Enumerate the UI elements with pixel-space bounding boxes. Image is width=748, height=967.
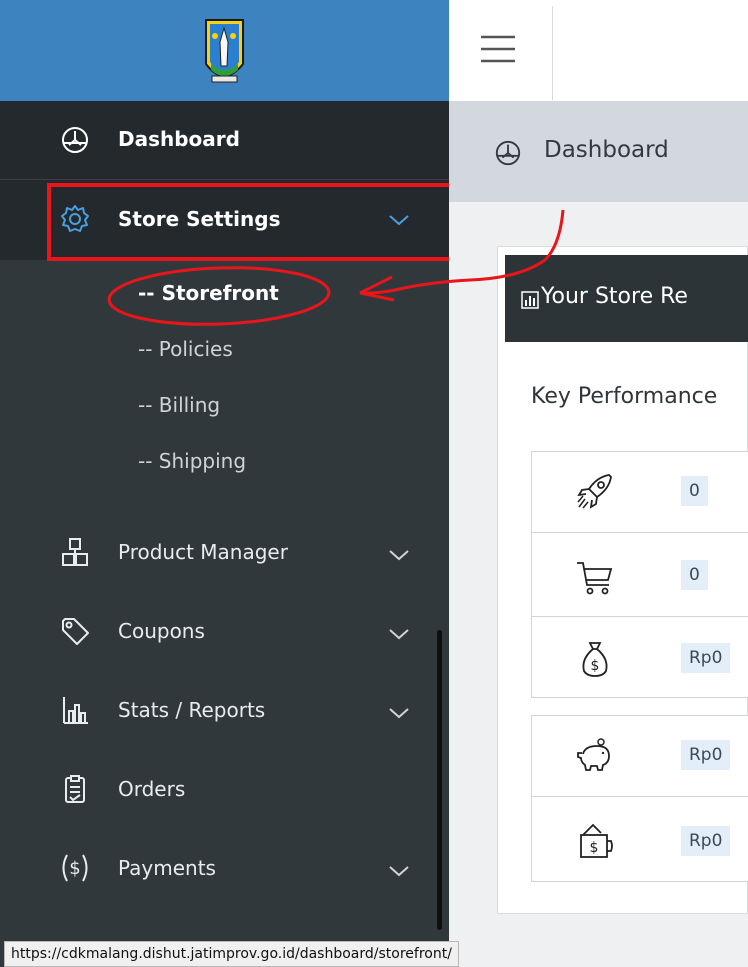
kpi-row-orders-launched: 0 <box>531 451 748 532</box>
dashboard-gauge-icon <box>58 123 92 157</box>
status-bar-url: https://cdkmalang.dishut.jatimprov.go.id… <box>4 941 459 967</box>
sidebar-item-label: Dashboard <box>118 127 240 151</box>
wallet-icon: $ <box>575 821 615 861</box>
sidebar-item-orders[interactable]: Orders <box>0 750 449 830</box>
kpi-section-title: Key Performance <box>531 384 718 409</box>
svg-text:$: $ <box>590 840 599 856</box>
piggy-bank-icon <box>575 736 615 776</box>
sidebar-item-dashboard[interactable]: Dashboard <box>0 101 449 180</box>
shopping-cart-icon <box>575 557 615 597</box>
submenu-item-shipping[interactable]: -- Shipping <box>138 449 246 473</box>
clipboard-icon <box>58 772 92 806</box>
tag-icon <box>58 614 92 648</box>
boxes-icon <box>58 535 92 569</box>
kpi-row-wallet: $ Rp0 <box>531 796 748 882</box>
kpi-row-cart: 0 <box>531 532 748 616</box>
sidebar-item-coupons[interactable]: Coupons <box>0 592 449 672</box>
kpi-row-savings: Rp0 <box>531 715 748 796</box>
kpi-value: Rp0 <box>681 826 731 856</box>
breadcrumb-label[interactable]: Dashboard <box>544 137 669 163</box>
kpi-value: Rp0 <box>681 740 731 770</box>
logo-bar <box>0 0 449 101</box>
kpi-row-revenue: $ Rp0 <box>531 616 748 698</box>
panel-title: Your Store Re <box>541 284 688 309</box>
money-bag-icon: $ <box>575 639 615 679</box>
header-divider <box>552 6 553 100</box>
bar-chart-icon <box>58 693 92 727</box>
sidebar-item-label: Coupons <box>118 619 205 643</box>
sidebar: Dashboard Store Settings -- Storefront -… <box>0 0 449 967</box>
chevron-down-icon[interactable] <box>388 548 410 562</box>
annotation-highlight-box <box>47 183 456 261</box>
sidebar-item-label: Payments <box>118 856 216 880</box>
kpi-value: Rp0 <box>681 643 731 673</box>
sidebar-item-payments[interactable]: $ Payments <box>0 829 449 909</box>
bar-chart-icon <box>521 291 539 309</box>
rocket-icon <box>575 471 615 511</box>
svg-text:$: $ <box>591 658 600 674</box>
sidebar-item-product-manager[interactable]: Product Manager <box>0 513 449 593</box>
chevron-down-icon[interactable] <box>388 864 410 878</box>
breadcrumb: Dashboard <box>449 101 748 202</box>
panel-header: Your Store Re <box>505 255 748 342</box>
dashboard-gauge-icon <box>494 139 522 167</box>
province-emblem-logo[interactable] <box>202 14 247 89</box>
hamburger-menu-icon[interactable] <box>479 32 517 66</box>
sidebar-item-label: Stats / Reports <box>118 698 266 722</box>
chevron-down-icon[interactable] <box>388 627 410 641</box>
submenu-item-policies[interactable]: -- Policies <box>138 337 233 361</box>
sidebar-item-label: Orders <box>118 777 186 801</box>
svg-text:$: $ <box>69 858 80 879</box>
chevron-down-icon[interactable] <box>388 706 410 720</box>
sidebar-item-label: Product Manager <box>118 540 288 564</box>
kpi-value: 0 <box>681 560 708 590</box>
sidebar-item-stats-reports[interactable]: Stats / Reports <box>0 671 449 751</box>
dollar-circle-icon: $ <box>58 851 92 885</box>
submenu-item-billing[interactable]: -- Billing <box>138 393 220 417</box>
kpi-value: 0 <box>681 476 708 506</box>
sidebar-scrollbar[interactable] <box>437 630 442 930</box>
submenu-item-storefront[interactable]: -- Storefront <box>138 281 279 305</box>
